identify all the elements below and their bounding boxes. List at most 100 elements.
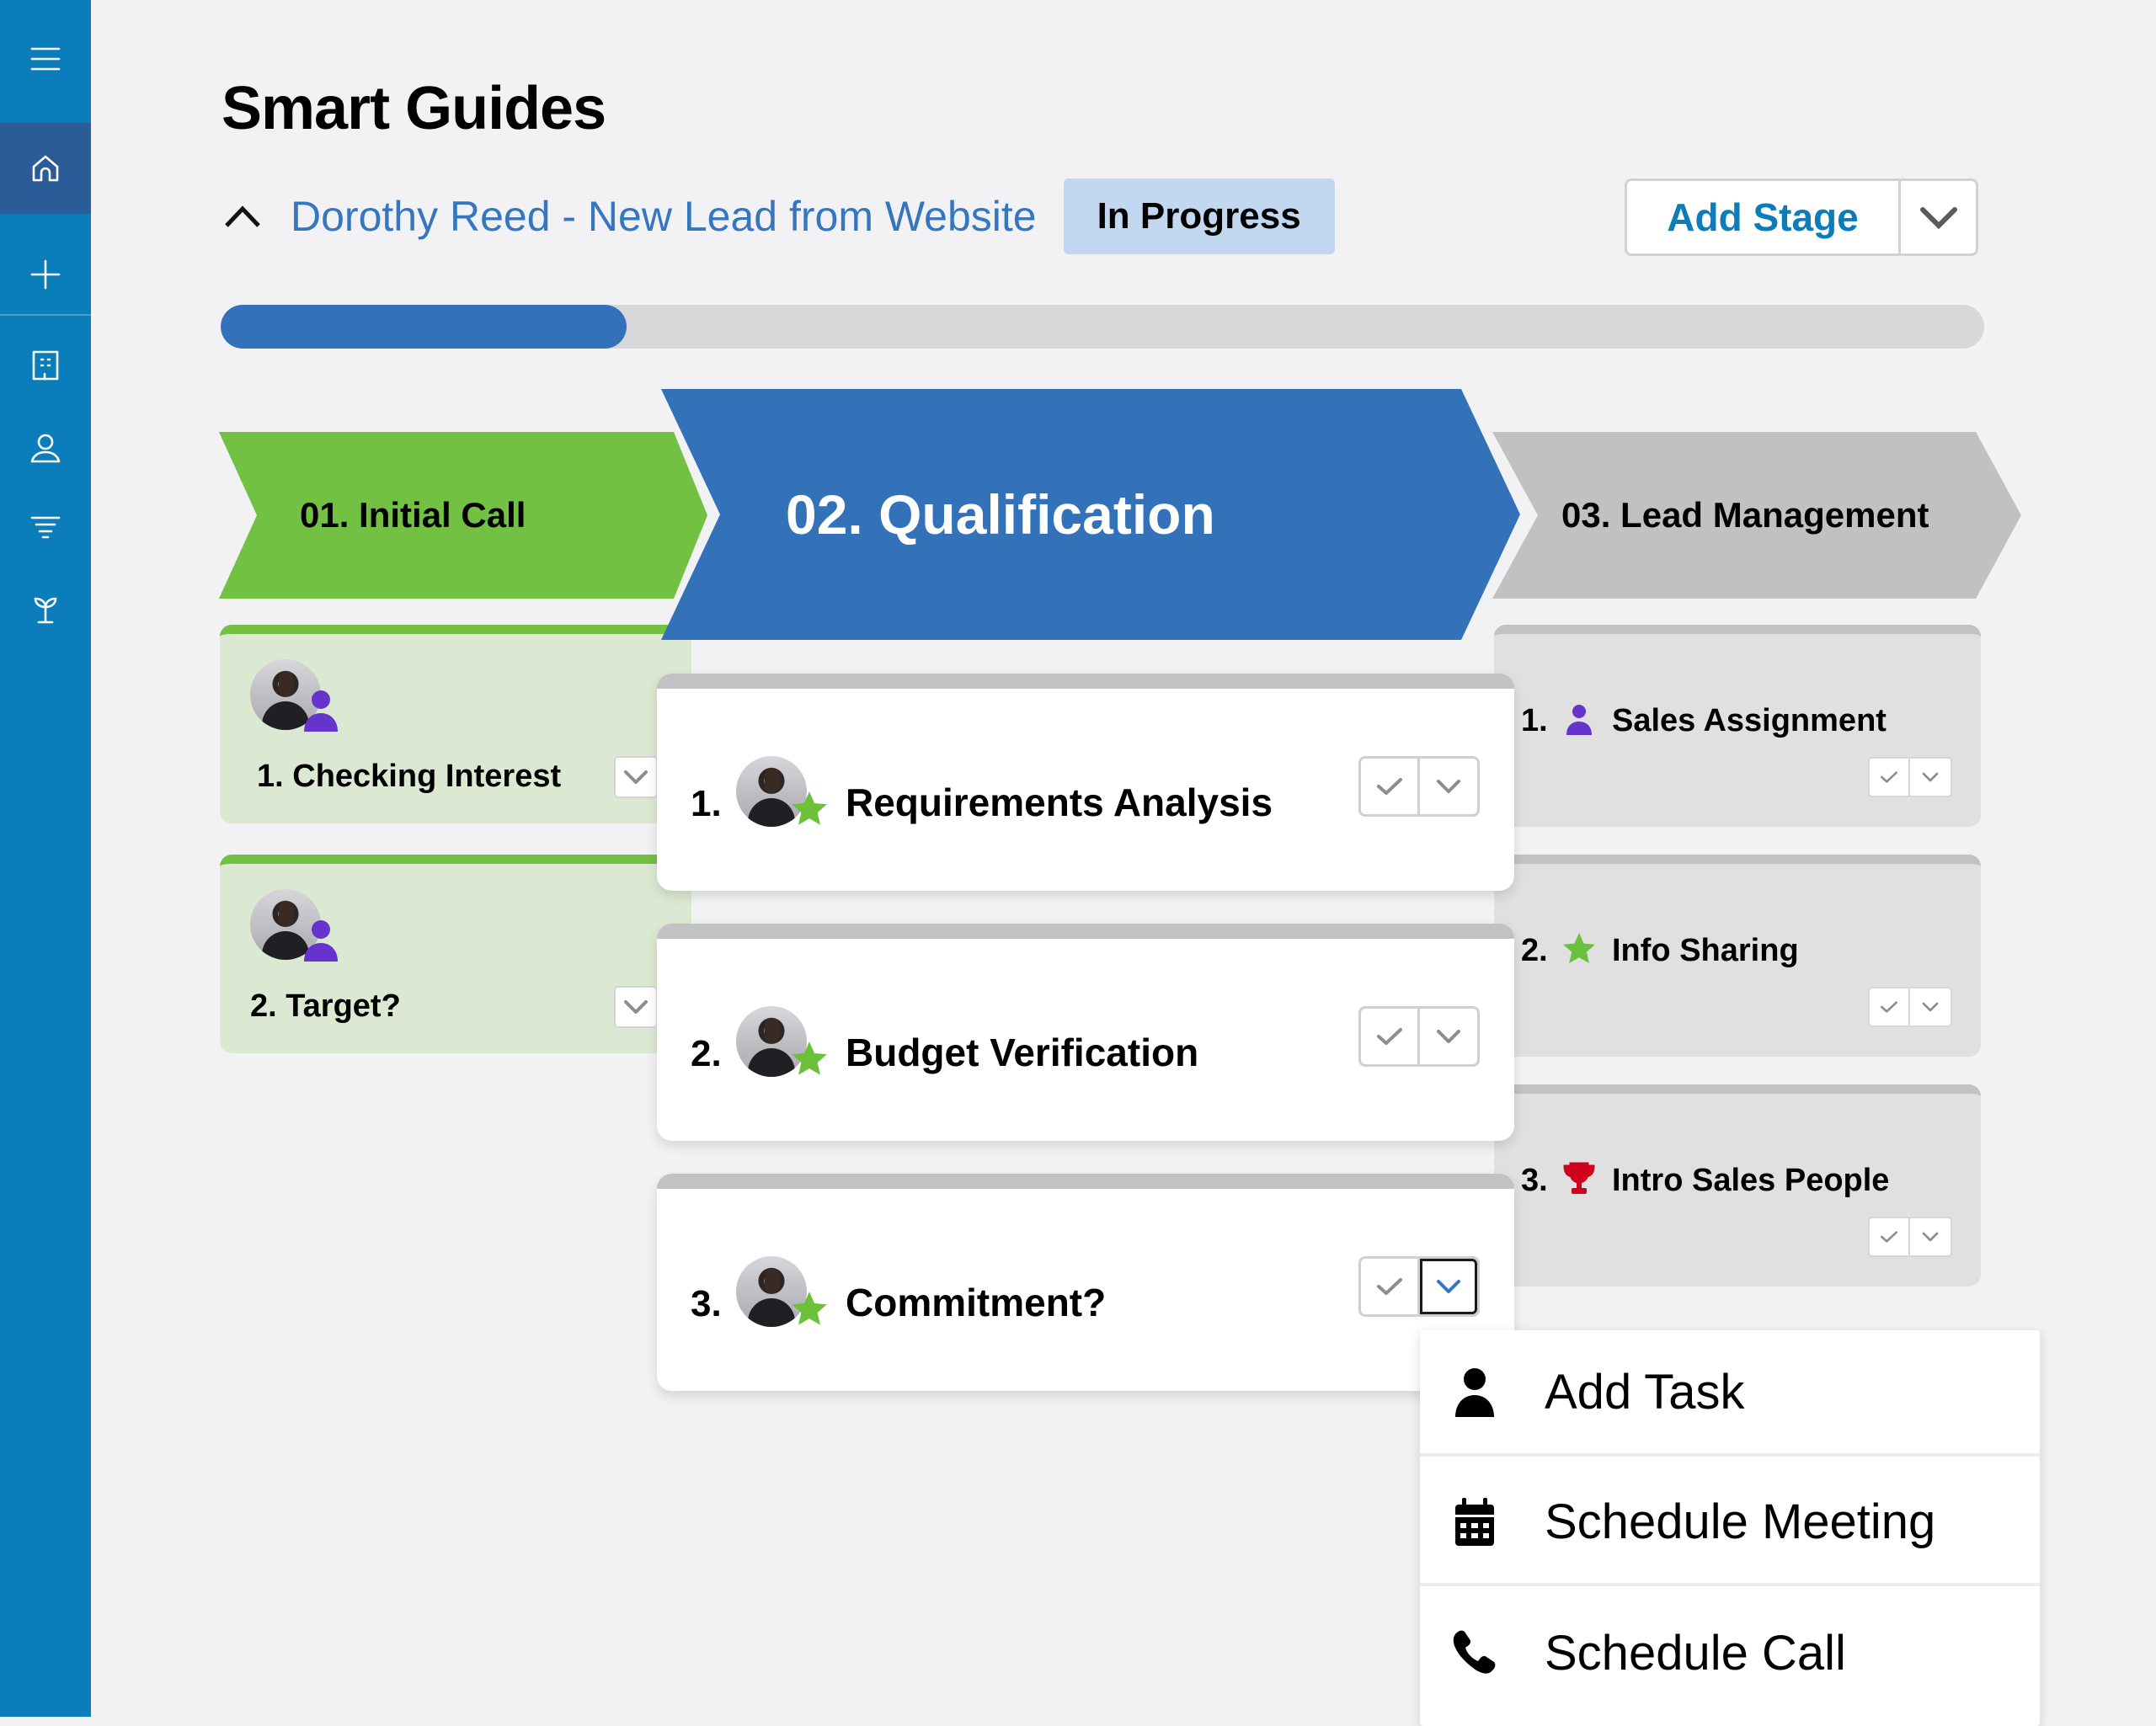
chevron-down-icon (1437, 1030, 1460, 1043)
guide-name-link[interactable]: Dorothy Reed - New Lead from Website (291, 192, 1037, 241)
assignee-avatar (250, 889, 338, 962)
star-icon (792, 1041, 827, 1075)
complete-task-button[interactable] (1870, 1218, 1910, 1255)
guide-header: Dorothy Reed - New Lead from Website In … (221, 178, 1335, 254)
task-action-buttons (1358, 756, 1480, 817)
task-menu-button[interactable] (614, 986, 658, 1028)
plus-icon (30, 259, 61, 290)
phone-icon (1453, 1630, 1496, 1674)
sidebar-item-filter[interactable] (0, 493, 91, 560)
task-menu-button[interactable] (1420, 1009, 1477, 1064)
task-card: 1. Sales Assignment (1494, 625, 1981, 827)
user-icon (304, 920, 338, 962)
status-badge: In Progress (1063, 178, 1335, 254)
task-card: 2. Target? (220, 855, 691, 1053)
chevron-down-icon (624, 1000, 648, 1014)
sidebar-item-accounts[interactable] (0, 332, 91, 399)
task-title: Intro Sales People (1612, 1163, 1890, 1198)
sidebar-menu-button[interactable] (0, 17, 91, 101)
task-card: 1. Checking Interest (220, 625, 691, 823)
chevron-down-icon (624, 770, 648, 784)
menu-item-label: Schedule Meeting (1545, 1494, 1936, 1549)
task-title: Commitment? (846, 1281, 1107, 1324)
menu-item-label: Add Task (1545, 1364, 1745, 1420)
person-icon (1455, 1368, 1494, 1417)
sidebar-item-home[interactable] (0, 123, 91, 214)
task-card: 1. Requirements Analysis (657, 674, 1514, 891)
home-icon (32, 155, 59, 182)
chevron-up-icon (225, 205, 260, 227)
task-menu-button[interactable] (1910, 759, 1951, 796)
assignee-avatar (736, 1006, 827, 1077)
add-stage-button[interactable]: Add Stage (1627, 181, 1901, 253)
task-number: 2. (1521, 933, 1548, 968)
menu-item-add-task[interactable]: Add Task (1420, 1330, 2040, 1457)
sidebar (0, 0, 91, 1717)
guide-progress-bar (221, 305, 1984, 349)
hamburger-icon (30, 47, 61, 71)
task-menu-button[interactable] (1910, 1218, 1951, 1255)
stage-initial-call[interactable]: 01. Initial Call (219, 432, 707, 599)
add-stage-menu-button[interactable] (1901, 181, 1976, 253)
building-icon (32, 350, 59, 381)
check-icon (1376, 1028, 1402, 1045)
task-title: Budget Verification (846, 1031, 1199, 1074)
add-stage-split-button: Add Stage (1625, 178, 1978, 256)
task-menu-button[interactable] (614, 756, 658, 798)
task-menu-button[interactable] (1420, 1259, 1477, 1314)
check-icon (1376, 1278, 1402, 1295)
assignee-avatar (736, 756, 827, 827)
complete-task-button[interactable] (1361, 1259, 1420, 1314)
star-icon (792, 1292, 827, 1325)
complete-task-button[interactable] (1870, 759, 1910, 796)
chevron-down-icon (1437, 1280, 1460, 1293)
sidebar-divider (0, 314, 91, 316)
task-number: 3. (1521, 1163, 1548, 1198)
task-action-buttons (1868, 1217, 1952, 1257)
task-action-buttons (1868, 757, 1952, 797)
task-card: 2. Budget Verification (657, 924, 1514, 1141)
sidebar-item-add[interactable] (0, 232, 91, 317)
stage-label: 01. Initial Call (300, 495, 526, 535)
task-title: Sales Assignment (1612, 703, 1886, 738)
check-icon (1880, 771, 1897, 783)
trophy-icon (1563, 1162, 1595, 1194)
task-action-buttons (1358, 1256, 1480, 1317)
task-title: 1. Checking Interest (257, 759, 562, 794)
task-number: 2. (691, 1033, 722, 1074)
stage-lead-management[interactable]: 03. Lead Management (1492, 432, 2021, 599)
task-title: Info Sharing (1612, 933, 1799, 968)
stage-label: 03. Lead Management (1561, 495, 1929, 535)
task-menu-button[interactable] (1420, 759, 1477, 814)
check-icon (1376, 778, 1402, 795)
complete-task-button[interactable] (1870, 988, 1910, 1025)
chevron-down-icon (1919, 207, 1957, 230)
chevron-down-icon (1922, 1232, 1939, 1242)
collapse-guide-button[interactable] (221, 195, 264, 237)
task-number: 1. (1521, 703, 1548, 738)
calendar-icon (1455, 1498, 1494, 1546)
menu-item-schedule-call[interactable]: Schedule Call (1420, 1590, 2040, 1716)
task-action-buttons (1358, 1006, 1480, 1067)
task-title: 2. Target? (250, 988, 401, 1024)
stage-label: 02. Qualification (786, 483, 1215, 546)
menu-item-schedule-meeting[interactable]: Schedule Meeting (1420, 1460, 2040, 1586)
assignee-avatar (736, 1256, 827, 1327)
task-menu-button[interactable] (1910, 988, 1951, 1025)
chevron-down-icon (1437, 780, 1460, 793)
complete-task-button[interactable] (1361, 759, 1420, 814)
sidebar-item-contacts[interactable] (0, 414, 91, 482)
task-card: 2. Info Sharing (1494, 855, 1981, 1057)
task-card: 3. Commitment? (657, 1174, 1514, 1391)
task-number: 3. (691, 1283, 722, 1324)
chevron-down-icon (1922, 1002, 1939, 1012)
user-icon (304, 690, 338, 732)
task-number: 1. (691, 783, 722, 824)
stage-qualification[interactable]: 02. Qualification (661, 389, 1520, 640)
complete-task-button[interactable] (1361, 1009, 1420, 1064)
check-icon (1880, 1231, 1897, 1243)
check-icon (1880, 1001, 1897, 1013)
star-icon (792, 791, 827, 825)
sidebar-item-growth[interactable] (0, 575, 91, 642)
filter-icon (30, 516, 61, 539)
